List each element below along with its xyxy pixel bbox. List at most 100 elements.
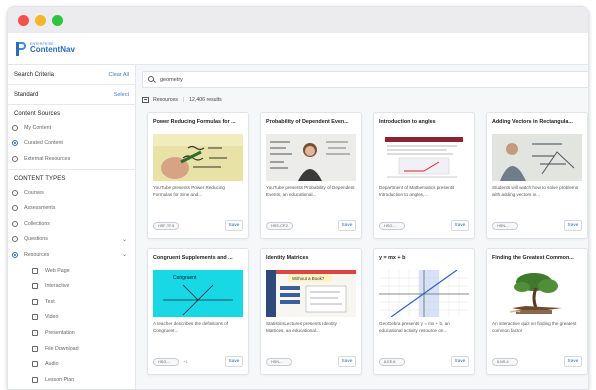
card-description: StatisticsLectures presents Identity Mat… <box>266 321 337 333</box>
title-bar <box>8 7 588 33</box>
resource-card[interactable]: Probability of Dependent Even... YouTube … <box>260 112 362 239</box>
card-title[interactable]: Finding the Greatest Common... <box>492 255 582 264</box>
resource-card[interactable]: y = mx + b GeoGebra presents y = mx + b, … <box>373 248 475 375</box>
save-button[interactable]: Save <box>225 220 243 231</box>
card-footer: HSF-TF.5 Save <box>153 220 243 231</box>
source-option-label: My Content <box>24 124 52 131</box>
save-button[interactable]: Save <box>225 356 243 367</box>
radio-button[interactable] <box>12 140 18 147</box>
save-button[interactable]: Save <box>338 356 356 367</box>
resource-type-lesson-plan[interactable]: Lesson Plan <box>8 372 135 388</box>
checkbox[interactable] <box>32 376 38 383</box>
save-button[interactable]: Save <box>564 220 582 231</box>
resource-card[interactable]: Adding Vectors in Rectangula... Students … <box>486 112 588 239</box>
card-thumbnail[interactable] <box>379 134 469 181</box>
resource-type-web-page[interactable]: Web Page <box>8 263 135 279</box>
radio-button[interactable] <box>12 220 18 227</box>
card-thumbnail[interactable] <box>153 134 243 181</box>
resource-type-text[interactable]: Text <box>8 294 135 310</box>
source-option-external-resources[interactable]: External Resources <box>8 151 135 167</box>
search-icon <box>148 76 155 83</box>
checkbox[interactable] <box>32 267 38 274</box>
resource-type-video[interactable]: Video <box>8 310 135 326</box>
checkbox[interactable] <box>32 298 38 305</box>
chevron-down-icon[interactable]: ⌄ <box>122 236 127 243</box>
checkbox[interactable] <box>32 314 38 321</box>
checkbox[interactable] <box>32 345 38 352</box>
content-type-collections[interactable]: Collections <box>8 216 135 232</box>
content-sources-heading: Content Sources <box>14 111 61 117</box>
app-window: ENTERPRISE ContentNav Search Criteria Cl… <box>7 6 589 390</box>
card-title[interactable]: Identity Matrices <box>266 255 356 264</box>
radio-button[interactable] <box>12 236 18 243</box>
chevron-down-icon[interactable]: ⌄ <box>122 251 127 258</box>
standard-badge: 8.EE.6 <box>379 357 405 366</box>
card-footer: HSN-... Save <box>492 220 582 231</box>
standard-row: Standard Select <box>8 85 135 105</box>
extra-standards-count: +1 <box>183 359 188 364</box>
logo-name: ContentNav <box>30 45 75 55</box>
card-thumbnail[interactable] <box>492 270 582 317</box>
card-footer: HSG-... +1 Save <box>153 356 243 367</box>
minimize-window-button[interactable] <box>35 14 46 26</box>
maximize-window-button[interactable] <box>52 14 63 26</box>
card-thumbnail[interactable]: Congruent <box>153 270 243 317</box>
card-thumbnail[interactable]: Without a Book? <box>266 270 356 317</box>
resource-card[interactable]: Identity Matrices Without a Book? Statisti… <box>260 248 362 375</box>
card-description: YouTube presents Probability of Dependen… <box>266 185 355 197</box>
resource-card[interactable]: Power Reducing Formulas for ... YouTube p… <box>147 112 249 239</box>
resource-card[interactable]: Introduction to angles Department of Math… <box>373 112 475 239</box>
search-bar[interactable] <box>142 71 588 88</box>
card-title[interactable]: Congruent Supplements and ... <box>153 255 243 264</box>
card-title[interactable]: Introduction to angles <box>379 119 469 128</box>
close-window-button[interactable] <box>18 14 29 26</box>
radio-button[interactable] <box>12 205 18 212</box>
resource-card[interactable]: Congruent Supplements and ... Congruent A … <box>147 248 249 375</box>
radio-button[interactable] <box>12 155 18 162</box>
radio-button[interactable] <box>12 189 18 196</box>
content-type-courses[interactable]: Courses <box>8 185 135 201</box>
resource-type-presentation[interactable]: Presentation <box>8 325 135 341</box>
card-footer: HSG-... Save <box>379 220 469 231</box>
resource-card[interactable]: Finding the Greatest Common... An interac… <box>486 248 588 375</box>
content-type-label: Assessments <box>24 205 56 212</box>
card-title[interactable]: Adding Vectors in Rectangula... <box>492 119 582 128</box>
source-option-my-content[interactable]: My Content <box>8 120 135 136</box>
card-description: An interactive quiz on finding the great… <box>492 321 577 333</box>
clear-all-link[interactable]: Clear All <box>109 72 129 78</box>
standard-label: Standard <box>14 91 39 98</box>
resource-type-label: Text <box>45 298 55 305</box>
content-type-assessments[interactable]: Assessments <box>8 200 135 216</box>
resource-type-file-download[interactable]: File Download <box>8 341 135 357</box>
card-thumbnail[interactable] <box>379 270 469 317</box>
radio-button[interactable] <box>12 124 18 131</box>
content-type-resources[interactable]: Resources ⌄ <box>8 247 135 263</box>
card-thumbnail[interactable] <box>266 134 356 181</box>
search-input[interactable] <box>160 76 460 83</box>
save-button[interactable]: Save <box>451 220 469 231</box>
resource-type-interactive[interactable]: Interactive <box>8 278 135 294</box>
save-button[interactable]: Save <box>451 356 469 367</box>
checkbox[interactable] <box>32 361 38 368</box>
radio-button[interactable] <box>12 251 18 258</box>
checkbox[interactable] <box>32 283 38 290</box>
checkbox[interactable] <box>32 329 38 336</box>
card-title[interactable]: Power Reducing Formulas for ... <box>153 119 243 128</box>
card-title[interactable]: y = mx + b <box>379 255 469 264</box>
standard-badge: HSN-... <box>266 357 292 366</box>
save-button[interactable]: Save <box>338 220 356 231</box>
source-option-label: Curated Content <box>24 140 63 147</box>
search-criteria-row: Search Criteria Clear All <box>8 65 135 85</box>
resource-type-label: Web Page <box>45 267 70 274</box>
content-type-questions[interactable]: Questions ⌄ <box>8 232 135 248</box>
save-button[interactable]: Save <box>564 356 582 367</box>
standard-select-link[interactable]: Select <box>114 92 129 98</box>
card-thumbnail[interactable] <box>492 134 582 181</box>
card-footer: 8.EE.6 Save <box>379 356 469 367</box>
card-title[interactable]: Probability of Dependent Even... <box>266 119 356 128</box>
source-option-curated-content[interactable]: Curated Content <box>8 136 135 152</box>
results-grid: Power Reducing Formulas for ... YouTube p… <box>147 112 588 375</box>
resource-type-audio[interactable]: Audio <box>8 356 135 372</box>
logo[interactable]: ENTERPRISE ContentNav <box>30 42 75 55</box>
content-type-label: Courses <box>24 189 44 196</box>
